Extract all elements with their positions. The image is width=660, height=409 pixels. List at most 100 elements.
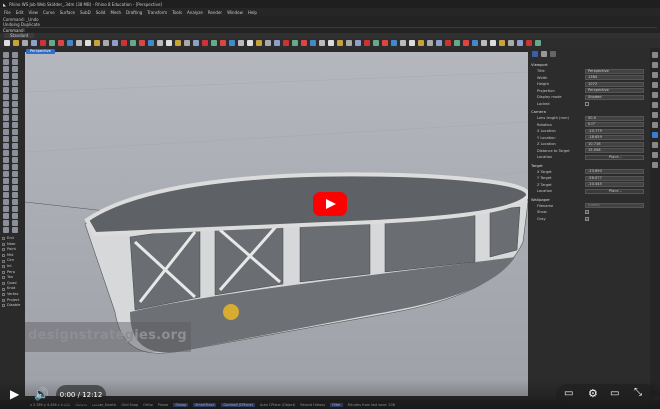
tool-icon[interactable] [12,199,18,205]
toolbar-tool-icon[interactable] [67,40,73,46]
toolbar-tool-icon[interactable] [499,40,505,46]
tool-icon[interactable] [3,220,9,226]
menu-view[interactable]: View [28,10,38,15]
toolbar-tool-icon[interactable] [292,40,298,46]
tool-icon[interactable] [3,115,9,121]
settings-icon[interactable]: ⚙ [588,387,598,400]
menu-curve[interactable]: Curve [43,10,55,15]
toolbar-tool-icon[interactable] [310,40,316,46]
osnap-checkbox[interactable] [2,276,5,279]
tool-icon[interactable] [3,192,9,198]
osnap-checkbox[interactable] [2,271,5,274]
tool-icon[interactable] [3,52,9,58]
toolbar-tool-icon[interactable] [454,40,460,46]
toolbar-tool-icon[interactable] [166,40,172,46]
toolbar-tool-icon[interactable] [382,40,388,46]
toolbar-tool-icon[interactable] [211,40,217,46]
tool-icon[interactable] [3,108,9,114]
display-icon[interactable] [541,51,547,57]
youtube-play-button[interactable] [313,192,347,216]
camera-place-button[interactable]: Place... [585,155,644,160]
tool-icon[interactable] [3,227,9,233]
toolbar-tool-icon[interactable] [49,40,55,46]
tool-icon[interactable] [3,157,9,163]
toolbar-tool-icon[interactable] [238,40,244,46]
tool-icon[interactable] [3,94,9,100]
toolbar-tool-icon[interactable] [400,40,406,46]
tool-icon[interactable] [12,143,18,149]
tool-icon[interactable] [12,213,18,219]
tool-icon[interactable] [3,80,9,86]
toolbar-tool-icon[interactable] [391,40,397,46]
property-value[interactable]: Perspective [585,88,644,93]
toolbar-tool-icon[interactable] [103,40,109,46]
tool-icon[interactable] [12,157,18,163]
menu-render[interactable]: Render [208,10,222,15]
tool-icon[interactable] [12,59,18,65]
osnap-checkbox[interactable] [2,265,5,268]
tool-icon[interactable] [12,206,18,212]
toolbar-tool-icon[interactable] [490,40,496,46]
toolbar-tool-icon[interactable] [202,40,208,46]
menu-transform[interactable]: Transform [147,10,167,15]
toolbar-tool-icon[interactable] [517,40,523,46]
tool-icon[interactable] [12,185,18,191]
tool-icon[interactable] [3,206,9,212]
toolbar-tool-icon[interactable] [175,40,181,46]
property-value[interactable]: 15.058 [585,148,644,153]
osnap-disable[interactable]: Disable [2,303,23,309]
menu-mesh[interactable]: Mesh [110,10,121,15]
menu-surface[interactable]: Surface [60,10,75,15]
osnap-checkbox[interactable] [2,293,5,296]
tool-icon[interactable] [3,66,9,72]
toolbar-tool-icon[interactable] [40,40,46,46]
panel-tab-icon[interactable] [652,152,658,158]
tool-icon[interactable] [12,171,18,177]
toolbar-tool-icon[interactable] [418,40,424,46]
tool-icon[interactable] [3,213,9,219]
osnap-checkbox[interactable] [2,304,5,307]
gray-checkbox[interactable]: ✓ [585,217,589,221]
tool-icon[interactable] [3,199,9,205]
osnap-checkbox[interactable] [2,299,5,302]
menu-edit[interactable]: Edit [16,10,24,15]
toolbar-tool-icon[interactable] [121,40,127,46]
toolbar-tool-icon[interactable] [346,40,352,46]
menu-subd[interactable]: SubD [80,10,91,15]
tool-icon[interactable] [12,73,18,79]
toolbar-tool-icon[interactable] [355,40,361,46]
toolbar-tool-icon[interactable] [139,40,145,46]
property-value[interactable]: -56.077 [585,176,644,181]
toolbar-tool-icon[interactable] [265,40,271,46]
tool-icon[interactable] [3,164,9,170]
tool-icon[interactable] [12,52,18,58]
tool-icon[interactable] [3,171,9,177]
toolbar-tool-icon[interactable] [58,40,64,46]
toolbar-tool-icon[interactable] [463,40,469,46]
panel-tab-icon[interactable] [652,62,658,68]
filename-field[interactable]: (none) [585,203,644,208]
toolbar-tool-icon[interactable] [256,40,262,46]
panel-tab-icon[interactable] [652,142,658,148]
tool-icon[interactable] [12,66,18,72]
brush-icon[interactable] [550,51,556,57]
panel-tab-icon[interactable] [652,82,658,88]
toolbar-tool-icon[interactable] [409,40,415,46]
tool-icon[interactable] [12,192,18,198]
menu-tools[interactable]: Tools [172,10,182,15]
toolbar-tool-icon[interactable] [436,40,442,46]
osnap-checkbox[interactable] [2,248,5,251]
toolbar-tool-icon[interactable] [328,40,334,46]
toolbar-tool-icon[interactable] [94,40,100,46]
tool-icon[interactable] [12,115,18,121]
fullscreen-icon[interactable]: ⤡ [634,387,642,398]
tool-icon[interactable] [3,87,9,93]
target-place-button[interactable]: Place... [585,189,644,194]
property-value[interactable]: -23.694 [585,169,644,174]
show-checkbox[interactable]: ✓ [585,210,589,214]
tool-icon[interactable] [12,227,18,233]
panel-tab-icon[interactable] [652,162,658,168]
menu-window[interactable]: Window [227,10,243,15]
toolbar-tool-icon[interactable] [373,40,379,46]
property-value[interactable]: Perspective [585,69,644,74]
